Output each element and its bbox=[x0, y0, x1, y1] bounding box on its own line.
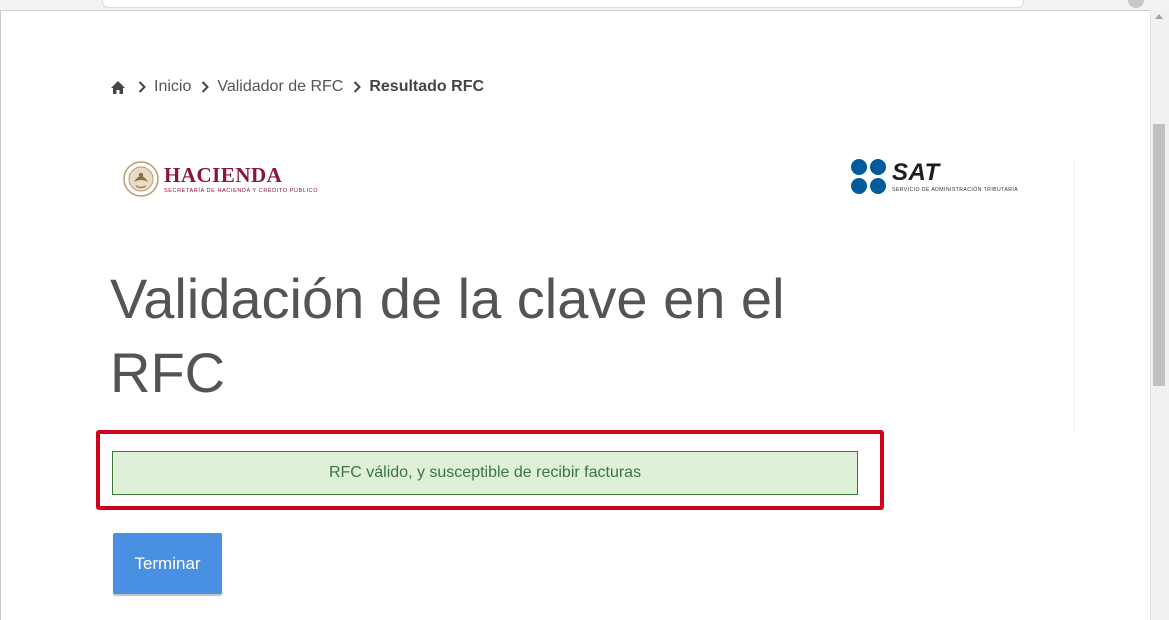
hacienda-logo: HACIENDA SECRETARÍA DE HACIENDA Y CRÉDIT… bbox=[122, 160, 318, 198]
chevron-right-icon bbox=[197, 80, 213, 94]
sat-logo: SAT SERVICIO DE ADMINISTRACIÓN TRIBUTARI… bbox=[850, 158, 1018, 196]
browser-toolbar bbox=[0, 0, 1169, 11]
scroll-up-arrow-icon[interactable] bbox=[1155, 14, 1163, 19]
sat-dots-icon bbox=[851, 159, 886, 194]
content-divider bbox=[1074, 160, 1075, 432]
breadcrumb-current: Resultado RFC bbox=[369, 78, 485, 95]
hacienda-subtitle: SECRETARÍA DE HACIENDA Y CRÉDITO PÚBLICO bbox=[164, 188, 319, 194]
scrollbar-thumb[interactable] bbox=[1153, 124, 1165, 386]
chevron-right-icon bbox=[134, 80, 150, 94]
finish-button[interactable]: Terminar bbox=[113, 533, 222, 594]
sat-name: SAT bbox=[892, 159, 940, 186]
breadcrumb-inicio[interactable]: Inicio bbox=[154, 78, 191, 96]
hacienda-name: HACIENDA bbox=[164, 163, 283, 187]
mexico-seal-icon bbox=[123, 161, 159, 197]
breadcrumb: Inicio Validador de RFC Resultado RFC bbox=[110, 76, 484, 98]
address-bar[interactable] bbox=[102, 0, 1024, 8]
profile-icon[interactable] bbox=[1128, 0, 1144, 8]
home-icon[interactable] bbox=[110, 79, 128, 95]
rfc-result-message: RFC válido, y susceptible de recibir fac… bbox=[328, 464, 642, 481]
page-title: Validación de la clave en el RFC bbox=[110, 267, 785, 404]
breadcrumb-validador[interactable]: Validador de RFC bbox=[217, 78, 343, 96]
chevron-right-icon bbox=[349, 80, 365, 94]
sat-subtitle: SERVICIO DE ADMINISTRACIÓN TRIBUTARIA bbox=[892, 187, 1019, 193]
rfc-result-alert: RFC válido, y susceptible de recibir fac… bbox=[112, 451, 858, 495]
window-left-border bbox=[0, 10, 1, 620]
